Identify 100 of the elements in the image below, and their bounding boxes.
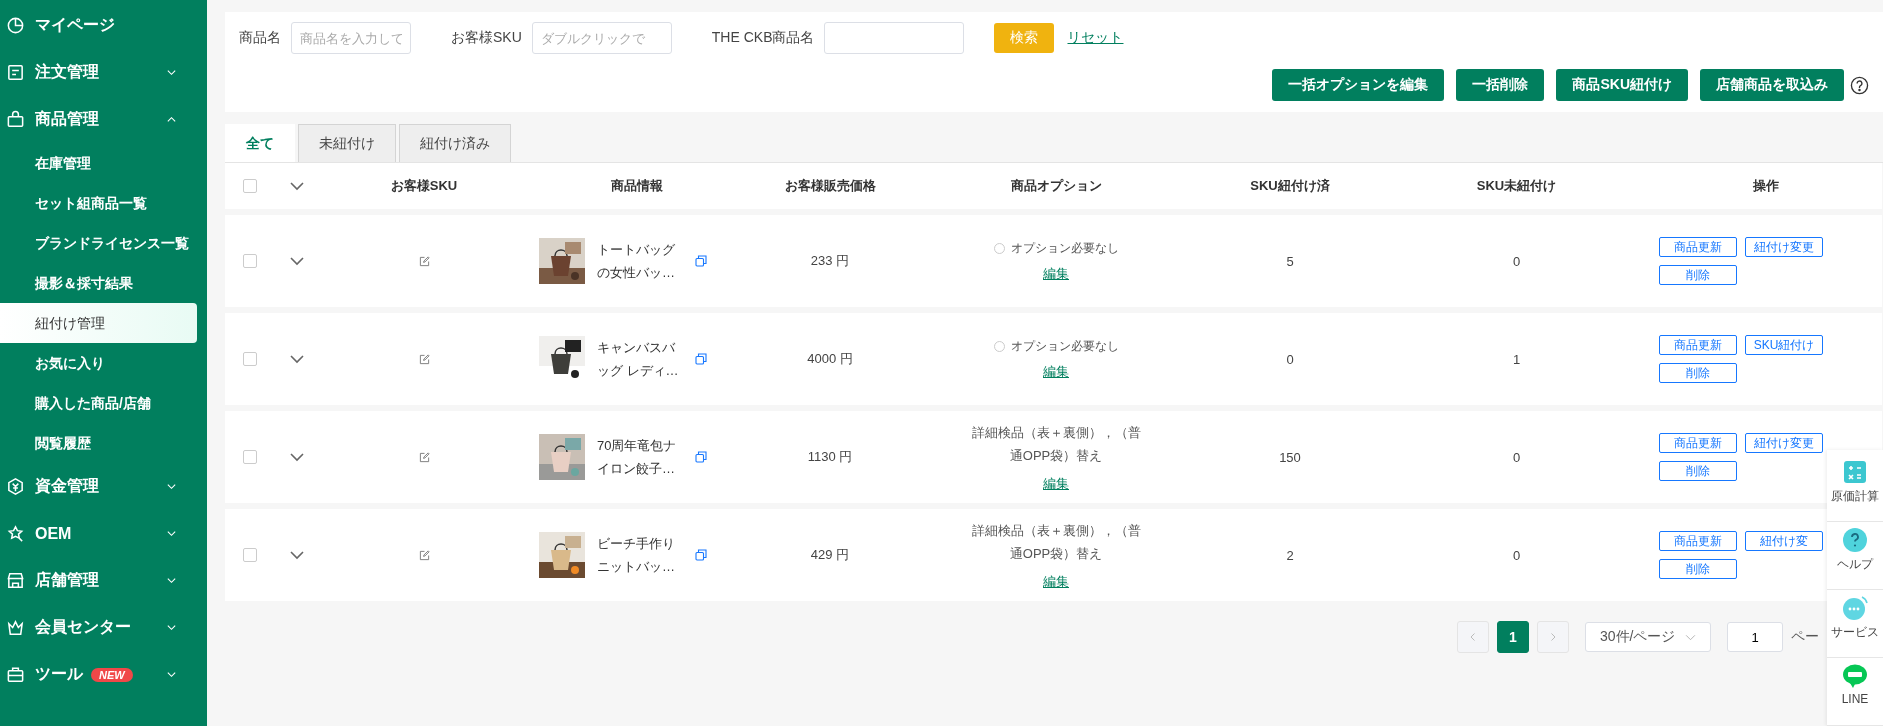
operation-button[interactable]: 商品更新	[1659, 531, 1737, 551]
reset-link[interactable]: リセット	[1067, 29, 1124, 47]
nav-subitem[interactable]: 閲覧履歴	[0, 423, 197, 463]
nav-subitem[interactable]: 紐付け管理	[0, 303, 197, 343]
checkbox[interactable]	[243, 352, 257, 366]
input-field[interactable]	[824, 22, 965, 54]
page-label: ペー	[1791, 628, 1819, 646]
nav-label: ツール	[35, 664, 83, 684]
edit-link[interactable]: 編集	[1043, 573, 1069, 591]
star-icon	[6, 524, 25, 543]
product-name: ビーチ手作りニットバッ…	[597, 535, 676, 576]
copy-icon[interactable]	[695, 255, 707, 267]
nav-item[interactable]: マイページ	[0, 2, 207, 49]
operation-button[interactable]: 削除	[1659, 559, 1737, 579]
operation-button[interactable]: 商品更新	[1659, 433, 1737, 453]
nav-item[interactable]: OEM	[0, 510, 207, 557]
chevron-icon[interactable]	[289, 256, 305, 266]
nav-label: マイページ	[35, 15, 115, 35]
tab[interactable]: 全て	[225, 124, 295, 162]
linked-count: 150	[1279, 449, 1301, 465]
operation-button[interactable]: 紐付け変更	[1745, 433, 1823, 453]
operation-button[interactable]: 紐付け変	[1745, 531, 1823, 551]
bag-icon	[6, 110, 25, 129]
new-badge: NEW	[91, 667, 133, 682]
edit-link[interactable]: 編集	[1043, 264, 1069, 283]
chevron-icon[interactable]	[289, 452, 305, 462]
float-label: LINE	[1841, 692, 1869, 706]
edit-link[interactable]: 編集	[1043, 362, 1069, 381]
operation-button[interactable]: 削除	[1659, 265, 1737, 285]
nav-label: OEM	[35, 524, 72, 543]
calculator-icon	[1841, 458, 1869, 486]
nav-item[interactable]: 店舗管理	[0, 557, 207, 604]
edit-icon[interactable]	[418, 451, 430, 463]
input-field[interactable]: ダブルクリックで	[531, 22, 672, 54]
float-label: サービス	[1831, 624, 1879, 641]
page-input[interactable]: 1	[1727, 622, 1783, 652]
copy-icon[interactable]	[695, 353, 707, 365]
unlinked-count: 0	[1512, 449, 1521, 465]
document-icon	[6, 63, 25, 82]
nav-subitem[interactable]: 在庫管理	[0, 143, 197, 183]
edit-icon[interactable]	[418, 353, 430, 365]
column-header: お客様SKU	[390, 177, 458, 195]
chart-icon	[6, 16, 25, 35]
nav-item[interactable]: ツール NEW	[0, 651, 207, 698]
nav-subitem[interactable]: セット組商品一覧	[0, 183, 197, 223]
nav-label: 会員センター	[35, 617, 131, 637]
action-button[interactable]: 店舗商品を取込み	[1700, 69, 1844, 101]
checkbox[interactable]	[243, 179, 257, 193]
nav-subitem[interactable]: 購入した商品/店舗	[0, 383, 197, 423]
checkbox[interactable]	[243, 548, 257, 562]
toolbox-icon	[6, 665, 25, 684]
nav-subitem[interactable]: 撮影＆採寸結果	[0, 263, 197, 303]
action-button[interactable]: 商品SKU紐付け	[1556, 69, 1688, 101]
nav-label: 店舗管理	[35, 570, 99, 590]
tab[interactable]: 未紐付け	[298, 124, 396, 162]
linked-count: 0	[1286, 351, 1294, 367]
float-item[interactable]: LINE	[1827, 658, 1883, 726]
operation-button[interactable]: 商品更新	[1659, 237, 1737, 257]
float-label: 原価計算	[1831, 488, 1879, 505]
input-field[interactable]: 商品名を入力して	[291, 22, 411, 54]
column-header: お客様販売価格	[784, 177, 876, 195]
chevron-icon[interactable]	[289, 181, 305, 191]
field-label: THE CKB商品名	[711, 29, 815, 47]
chevron-right-icon	[1548, 632, 1558, 642]
yen-icon	[6, 477, 25, 496]
option-text: 詳細検品（表＋裏側），（普通OPP袋）替え	[970, 424, 1142, 465]
float-item[interactable]: サービス	[1827, 590, 1883, 658]
float-label: ヘルプ	[1837, 556, 1873, 573]
chevron-icon[interactable]	[289, 354, 305, 364]
page-button[interactable]: 1	[1497, 621, 1529, 653]
column-header: SKU紐付け済	[1250, 177, 1330, 195]
nav-item[interactable]: 注文管理	[0, 49, 207, 96]
operation-button[interactable]: 削除	[1659, 461, 1737, 481]
float-item[interactable]: 原価計算	[1827, 454, 1883, 522]
operation-button[interactable]: 削除	[1659, 363, 1737, 383]
product-name: トートバッグの女性バッ…	[597, 241, 676, 282]
nav-subitem[interactable]: お気に入り	[0, 343, 197, 383]
edit-icon[interactable]	[418, 255, 430, 267]
page-size-select[interactable]: 30件/ページ	[1585, 622, 1711, 652]
nav-subitem[interactable]: ブランドライセンス一覧	[0, 223, 197, 263]
chevron-icon[interactable]	[289, 550, 305, 560]
help-icon[interactable]	[1850, 75, 1869, 95]
action-button[interactable]: 一括オプションを編集	[1272, 69, 1445, 101]
edit-link[interactable]: 編集	[1043, 475, 1069, 493]
copy-icon[interactable]	[695, 549, 707, 561]
copy-icon[interactable]	[695, 451, 707, 463]
checkbox[interactable]	[243, 450, 257, 464]
product-name: キャンバスバッグ レディ…	[597, 339, 680, 380]
float-item[interactable]: ヘルプ	[1827, 522, 1883, 590]
price: 1130 円	[807, 448, 853, 466]
nav-item[interactable]: 商品管理	[0, 96, 207, 143]
nav-item[interactable]: 会員センター	[0, 604, 207, 651]
edit-icon[interactable]	[418, 549, 430, 561]
checkbox[interactable]	[243, 254, 257, 268]
action-button[interactable]: 一括削除	[1456, 69, 1545, 101]
operation-button[interactable]: SKU紐付け	[1745, 335, 1823, 355]
tab[interactable]: 紐付け済み	[399, 124, 511, 162]
operation-button[interactable]: 紐付け変更	[1745, 237, 1823, 257]
operation-button[interactable]: 商品更新	[1659, 335, 1737, 355]
nav-item[interactable]: 資金管理	[0, 463, 207, 510]
